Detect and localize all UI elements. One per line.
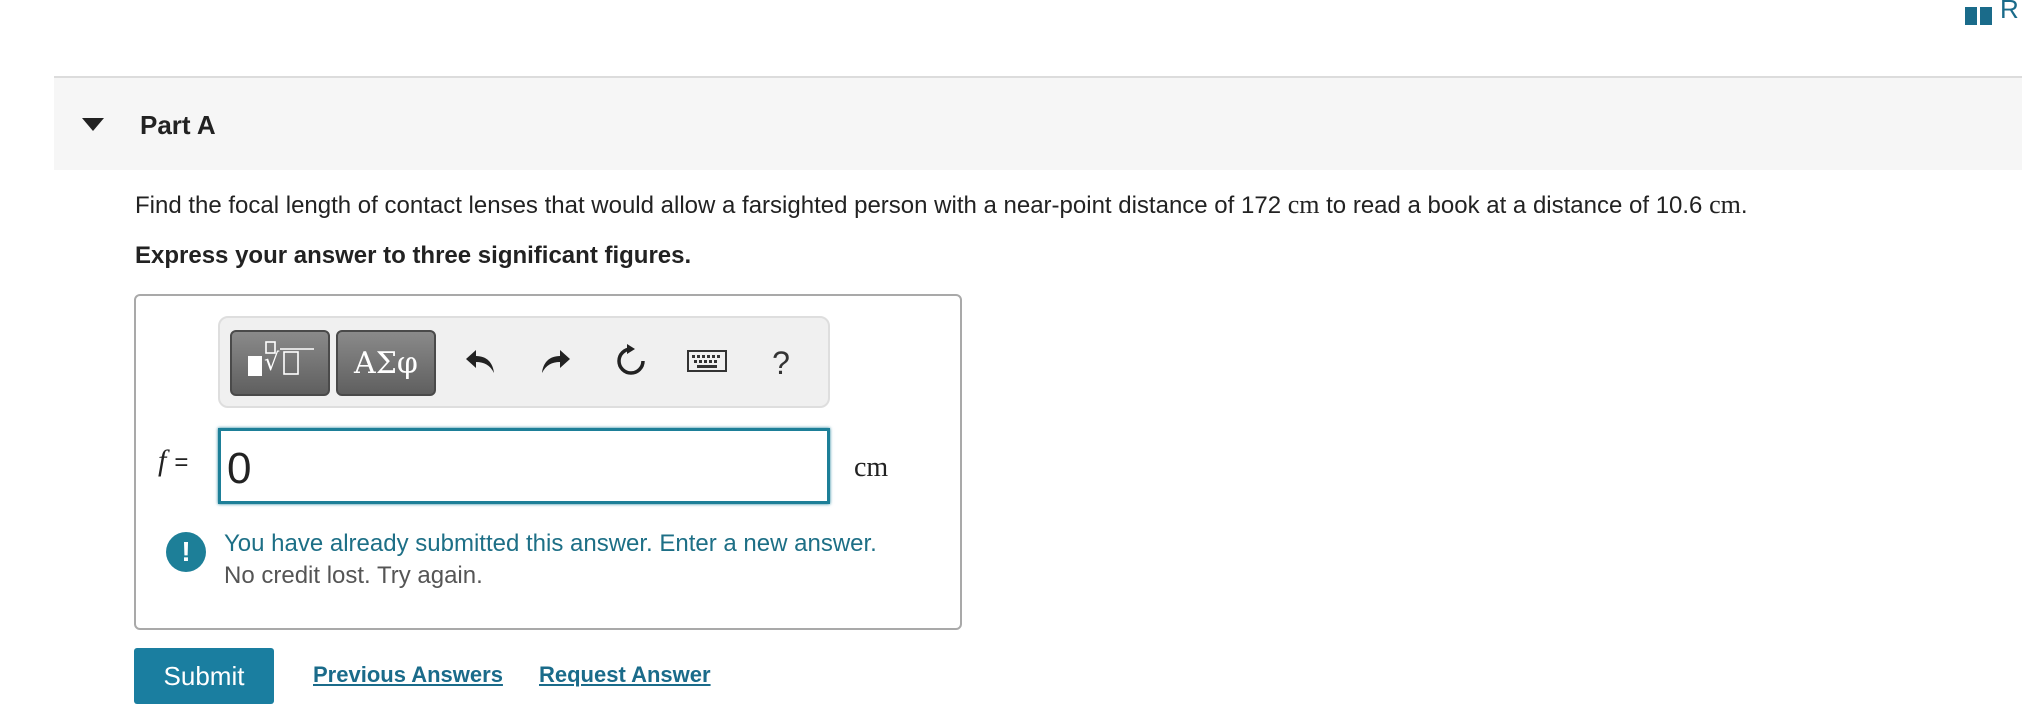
question-unit-2: cm xyxy=(1709,190,1741,219)
previous-answers-link[interactable]: Previous Answers xyxy=(313,662,503,688)
templates-icon: √ xyxy=(244,340,316,387)
question-text-before: Find the focal length of contact lenses … xyxy=(135,192,1288,219)
symbols-button[interactable]: ΑΣφ xyxy=(336,330,436,396)
redo-icon xyxy=(538,346,572,381)
reference-link-label[interactable]: R xyxy=(2000,0,2019,25)
answer-input[interactable] xyxy=(218,428,830,504)
request-answer-link[interactable]: Request Answer xyxy=(539,662,711,688)
question-text: Find the focal length of contact lenses … xyxy=(135,190,1748,220)
answer-box: √ ΑΣφ ? f = 0 cm ! You have already subm… xyxy=(134,294,962,630)
caret-down-icon[interactable] xyxy=(82,118,104,131)
alert-icon: ! xyxy=(166,532,206,572)
reference-link[interactable]: R xyxy=(1964,0,2019,25)
question-text-middle: to read a book at a distance of 10.6 xyxy=(1319,192,1710,219)
alert-message: You have already submitted this answer. … xyxy=(224,530,877,557)
templates-button[interactable]: √ xyxy=(230,330,330,396)
variable-name: f xyxy=(158,444,167,477)
math-toolbar: √ ΑΣφ ? xyxy=(218,316,830,408)
equals-sign: = xyxy=(174,449,189,476)
book-icon xyxy=(1964,2,1994,25)
reset-button[interactable] xyxy=(606,338,656,388)
undo-button[interactable] xyxy=(456,338,506,388)
help-button[interactable]: ? xyxy=(756,338,806,388)
reset-icon xyxy=(613,343,649,384)
keyboard-icon xyxy=(687,348,727,379)
page: R Part A Find the focal length of contac… xyxy=(0,0,2022,722)
alert-sub-message: No credit lost. Try again. xyxy=(224,562,483,589)
part-header: Part A xyxy=(54,76,2022,170)
question-unit-1: cm xyxy=(1287,190,1320,219)
keyboard-button[interactable] xyxy=(682,338,732,388)
answer-unit: cm xyxy=(854,452,889,483)
variable-label: f = xyxy=(158,444,188,478)
undo-icon xyxy=(464,346,498,381)
instruction-text: Express your answer to three significant… xyxy=(135,242,692,269)
submit-button[interactable]: Submit xyxy=(134,648,274,704)
part-title: Part A xyxy=(140,110,216,140)
redo-button[interactable] xyxy=(530,338,580,388)
question-text-after: . xyxy=(1740,192,1748,219)
